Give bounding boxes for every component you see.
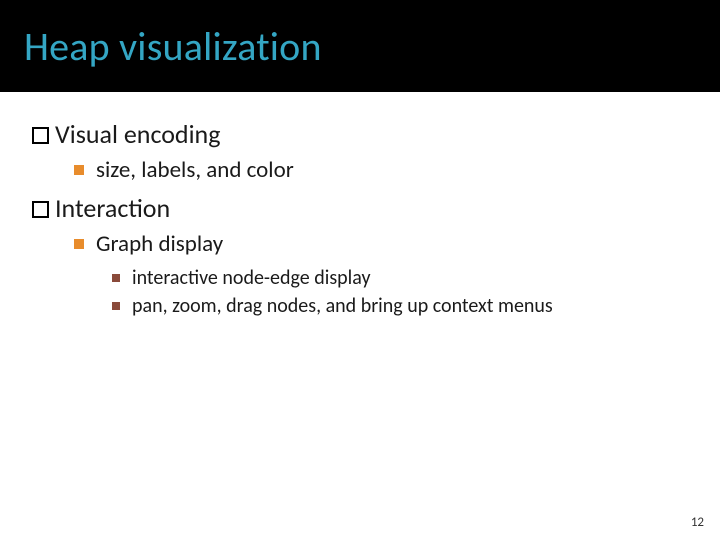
subbullet-size-labels-color: size, labels, and color bbox=[74, 156, 688, 184]
bullet-text: Graph display bbox=[96, 230, 223, 258]
bullet-text: Interaction bbox=[55, 192, 170, 224]
square-outline-icon bbox=[32, 127, 49, 144]
title-band: Heap visualization bbox=[0, 0, 720, 92]
bullet-text: Visual encoding bbox=[55, 118, 220, 150]
bullet-visual-encoding: Visual encoding bbox=[32, 118, 688, 150]
slide-body: Visual encoding size, labels, and color … bbox=[0, 92, 720, 318]
page-number: 12 bbox=[691, 515, 704, 530]
bullet-text: interactive node-edge display bbox=[132, 266, 371, 290]
subbullet-pan-zoom: pan, zoom, drag nodes, and bring up cont… bbox=[112, 294, 688, 318]
subbullet-graph-display: Graph display bbox=[74, 230, 688, 258]
bullet-interaction: Interaction bbox=[32, 192, 688, 224]
bullet-text: pan, zoom, drag nodes, and bring up cont… bbox=[132, 294, 553, 318]
subbullet-node-edge: interactive node-edge display bbox=[112, 266, 688, 290]
square-bullet-icon bbox=[112, 274, 120, 282]
slide-title: Heap visualization bbox=[24, 22, 322, 71]
bullet-text: size, labels, and color bbox=[96, 156, 294, 184]
square-bullet-icon bbox=[74, 239, 84, 249]
square-outline-icon bbox=[32, 201, 49, 218]
square-bullet-icon bbox=[112, 302, 120, 310]
square-bullet-icon bbox=[74, 165, 84, 175]
